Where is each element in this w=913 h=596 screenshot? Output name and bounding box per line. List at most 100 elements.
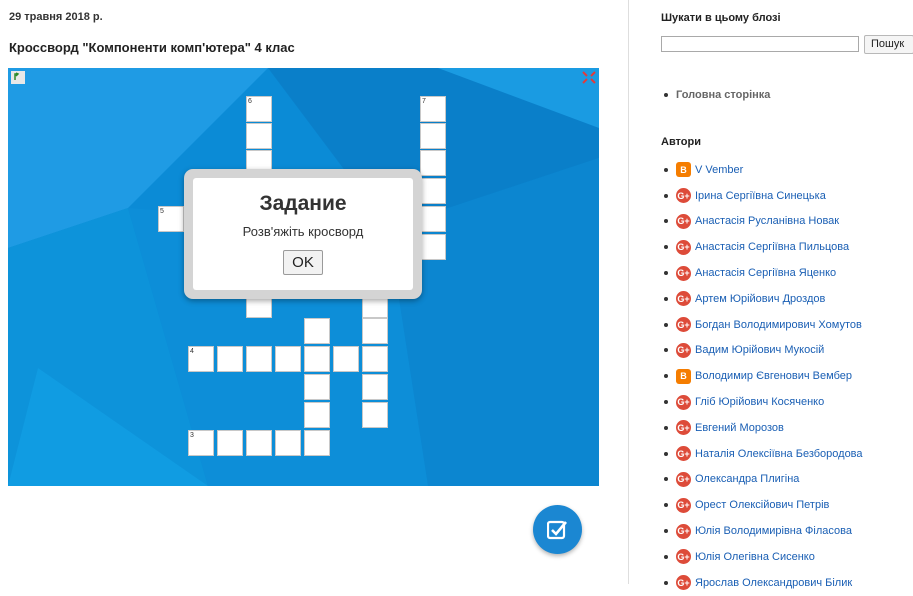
author-link[interactable]: Артем Юрійович Дроздов: [695, 293, 825, 305]
google-plus-icon: G+: [676, 265, 691, 281]
google-plus-icon: G+: [676, 446, 691, 462]
clue-number: 5: [160, 208, 164, 215]
back-icon[interactable]: [11, 71, 25, 84]
home-link-item[interactable]: Головна сторінка: [664, 89, 770, 101]
bullet: [664, 219, 668, 224]
google-plus-icon: G+: [676, 213, 691, 229]
search-button[interactable]: Пошук: [864, 35, 913, 54]
crossword-cell[interactable]: [217, 346, 243, 372]
column-divider: [628, 0, 629, 584]
author-item[interactable]: G+ Юлія Володимирівна Філасова: [664, 518, 863, 544]
blogger-icon: B: [676, 368, 691, 384]
bullet: [664, 580, 668, 585]
google-plus-icon: G+: [676, 394, 691, 410]
authors-list: B V Vember G+ Ірина Сергіївна Синецька G+ Ана…: [664, 157, 863, 596]
crossword-cell[interactable]: [420, 150, 446, 176]
author-item[interactable]: G+ Анастасія Русланівна Новак: [664, 209, 863, 235]
crossword-embed[interactable]: 6 7 5 4 3 Задание Розв'яжіть кросворд OK: [8, 68, 599, 486]
google-plus-icon: G+: [676, 471, 691, 487]
author-link[interactable]: Юлія Володимирівна Філасова: [695, 525, 852, 537]
author-item[interactable]: G+ Ярослав Олександрович Білик: [664, 570, 863, 596]
crossword-cell[interactable]: [304, 402, 330, 428]
bullet: [664, 271, 668, 276]
bullet: [664, 348, 668, 353]
crossword-cell[interactable]: [362, 402, 388, 428]
check-icon: [547, 520, 567, 540]
author-item[interactable]: G+ Юлія Олегівна Сисенко: [664, 544, 863, 570]
google-plus-icon: G+: [676, 575, 691, 591]
crossword-cell[interactable]: [304, 374, 330, 400]
crossword-cell[interactable]: [333, 346, 359, 372]
author-link[interactable]: Володимир Євгенович Вембер: [695, 370, 852, 382]
author-item[interactable]: B Володимир Євгенович Вембер: [664, 363, 863, 389]
author-item[interactable]: G+ Анастасія Сергіївна Пильцова: [664, 234, 863, 260]
author-item[interactable]: B V Vember: [664, 157, 863, 183]
bullet: [664, 93, 668, 98]
post-date: 29 травня 2018 р.: [9, 11, 103, 23]
bullet: [664, 374, 668, 379]
author-link[interactable]: Орест Олексійович Петрів: [695, 499, 829, 511]
author-link[interactable]: Вадим Юрійович Мукосій: [695, 344, 824, 356]
search-input[interactable]: [661, 36, 859, 52]
crossword-cell[interactable]: [275, 346, 301, 372]
crossword-cell[interactable]: [362, 374, 388, 400]
bullet: [664, 400, 668, 405]
author-item[interactable]: G+ Гліб Юрійович Косяченко: [664, 389, 863, 415]
crossword-cell[interactable]: [246, 346, 272, 372]
author-link[interactable]: Анастасія Сергіївна Пильцова: [695, 241, 849, 253]
author-link[interactable]: Ярослав Олександрович Білик: [695, 577, 852, 589]
bullet: [664, 322, 668, 327]
crossword-cell[interactable]: [420, 234, 446, 260]
authors-heading: Автори: [661, 136, 702, 148]
ok-button[interactable]: OK: [283, 250, 323, 275]
google-plus-icon: G+: [676, 523, 691, 539]
fullscreen-icon[interactable]: [582, 71, 596, 84]
author-item[interactable]: G+ Ірина Сергіївна Синецька: [664, 183, 863, 209]
google-plus-icon: G+: [676, 188, 691, 204]
author-link[interactable]: Анастасія Сергіївна Яценко: [695, 267, 836, 279]
crossword-cell[interactable]: [362, 346, 388, 372]
author-item[interactable]: G+ Орест Олексійович Петрів: [664, 492, 863, 518]
task-dialog-body: Задание Розв'яжіть кросворд OK: [193, 178, 413, 290]
home-link[interactable]: Головна сторінка: [676, 89, 770, 101]
author-link[interactable]: Гліб Юрійович Косяченко: [695, 396, 824, 408]
author-link[interactable]: Евгений Морозов: [695, 422, 784, 434]
author-item[interactable]: G+ Богдан Володимирович Хомутов: [664, 312, 863, 338]
author-link[interactable]: Наталія Олексіївна Безбородова: [695, 448, 863, 460]
author-link[interactable]: Ірина Сергіївна Синецька: [695, 190, 826, 202]
author-item[interactable]: G+ Анастасія Сергіївна Яценко: [664, 260, 863, 286]
blogger-icon: B: [676, 162, 691, 178]
search-heading: Шукати в цьому блозі: [661, 12, 781, 24]
crossword-cell[interactable]: [275, 430, 301, 456]
check-answers-button[interactable]: [533, 505, 582, 554]
author-item[interactable]: G+ Олександра Плигіна: [664, 467, 863, 493]
crossword-cell[interactable]: [217, 430, 243, 456]
clue-number: 6: [248, 98, 252, 105]
crossword-cell[interactable]: [304, 346, 330, 372]
google-plus-icon: G+: [676, 317, 691, 333]
author-item[interactable]: G+ Евгений Морозов: [664, 415, 863, 441]
crossword-cell[interactable]: [246, 430, 272, 456]
author-item[interactable]: G+ Вадим Юрійович Мукосій: [664, 338, 863, 364]
google-plus-icon: G+: [676, 549, 691, 565]
post-title: Кроссворд "Компоненти комп'ютера" 4 клас: [9, 40, 295, 55]
crossword-cell[interactable]: [420, 123, 446, 149]
crossword-cell[interactable]: [246, 123, 272, 149]
google-plus-icon: G+: [676, 239, 691, 255]
author-link[interactable]: V Vember: [695, 164, 743, 176]
google-plus-icon: G+: [676, 342, 691, 358]
author-item[interactable]: G+ Наталія Олексіївна Безбородова: [664, 441, 863, 467]
crossword-cell[interactable]: [420, 178, 446, 204]
author-link[interactable]: Анастасія Русланівна Новак: [695, 215, 839, 227]
author-link[interactable]: Богдан Володимирович Хомутов: [695, 319, 862, 331]
author-item[interactable]: G+ Артем Юрійович Дроздов: [664, 286, 863, 312]
crossword-cell[interactable]: [304, 318, 330, 344]
author-link[interactable]: Олександра Плигіна: [695, 473, 799, 485]
dialog-text: Розв'яжіть кросворд: [242, 224, 364, 239]
author-link[interactable]: Юлія Олегівна Сисенко: [695, 551, 815, 563]
bullet: [664, 296, 668, 301]
bullet: [664, 167, 668, 172]
crossword-cell[interactable]: [362, 318, 388, 344]
crossword-cell[interactable]: [420, 206, 446, 232]
crossword-cell[interactable]: [304, 430, 330, 456]
